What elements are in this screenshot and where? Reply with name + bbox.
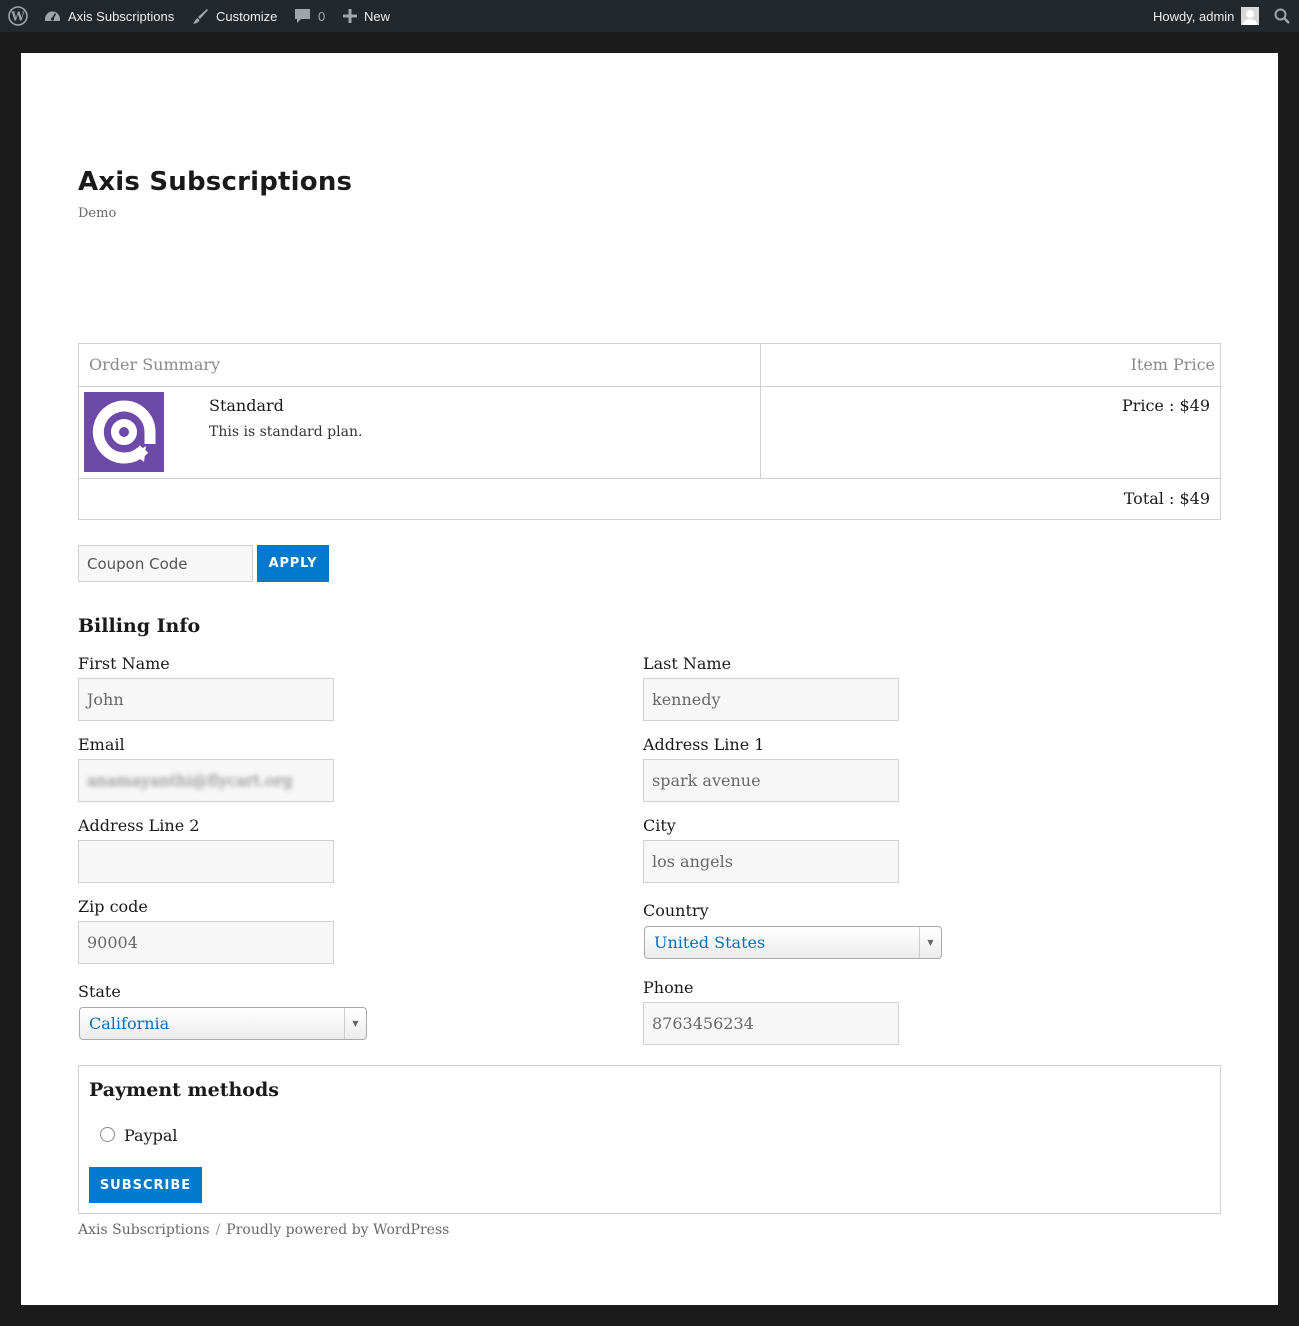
dashboard-icon	[44, 8, 61, 24]
zip-code-label: Zip code	[78, 897, 148, 916]
svg-text:W: W	[10, 10, 25, 24]
new-label: New	[364, 8, 391, 24]
city-field[interactable]: los angels	[643, 840, 899, 883]
billing-info-heading: Billing Info	[78, 615, 201, 637]
country-select[interactable]: United States ▼	[644, 926, 942, 959]
payment-methods-heading: Payment methods	[89, 1079, 279, 1101]
apply-coupon-button[interactable]: APPLY	[257, 545, 329, 582]
address-line-1-label: Address Line 1	[643, 735, 765, 754]
admin-bar-site-name: Axis Subscriptions	[68, 8, 175, 24]
paintbrush-icon	[192, 8, 209, 25]
site-title[interactable]: Axis Subscriptions	[78, 167, 352, 197]
item-price-heading: Item Price	[1130, 355, 1215, 374]
paypal-radio[interactable]	[100, 1127, 115, 1142]
search-icon[interactable]	[1274, 0, 1290, 32]
plan-name: Standard	[209, 396, 284, 415]
order-summary-table: Order Summary Item Price Standard This i…	[78, 343, 1221, 520]
state-label: State	[78, 982, 121, 1001]
address-line-2-field[interactable]	[78, 840, 334, 883]
wordpress-logo-icon[interactable]: W	[8, 0, 28, 32]
first-name-label: First Name	[78, 654, 170, 673]
first-name-field[interactable]: John	[78, 678, 334, 721]
phone-field[interactable]: 8763456234	[643, 1002, 899, 1045]
order-summary-heading: Order Summary	[89, 355, 221, 374]
last-name-field[interactable]: kennedy	[643, 678, 899, 721]
footer-site-link[interactable]: Axis Subscriptions	[78, 1222, 210, 1238]
greeting-text: Howdy, admin	[1153, 8, 1235, 24]
avatar	[1241, 7, 1260, 25]
customize-link[interactable]: Customize	[192, 0, 277, 32]
footer-separator: /	[215, 1222, 221, 1238]
zip-code-field[interactable]: 90004	[78, 921, 334, 964]
coupon-code-input[interactable]: Coupon Code	[78, 545, 253, 582]
chevron-down-icon: ▼	[344, 1008, 366, 1039]
comment-bubble-icon	[294, 8, 311, 24]
admin-bar: W Axis Subscriptions Customize 0 New How…	[0, 0, 1299, 32]
country-label: Country	[643, 901, 709, 920]
state-selected-value: California	[89, 1014, 170, 1033]
chevron-down-icon: ▼	[919, 927, 941, 958]
email-label: Email	[78, 735, 125, 754]
customize-label: Customize	[216, 8, 278, 24]
plan-logo-icon	[84, 392, 164, 472]
comments-link[interactable]: 0	[294, 0, 325, 32]
site-footer: Axis Subscriptions / Proudly powered by Wo…	[78, 1222, 449, 1238]
state-select[interactable]: California ▼	[79, 1007, 367, 1040]
my-account-link[interactable]: Howdy, admin	[1153, 0, 1260, 32]
plan-description: This is standard plan.	[209, 424, 363, 440]
address-line-2-label: Address Line 2	[78, 816, 200, 835]
last-name-label: Last Name	[643, 654, 732, 673]
site-description: Demo	[78, 206, 117, 221]
phone-label: Phone	[643, 978, 694, 997]
comments-count: 0	[318, 8, 326, 24]
address-line-1-field[interactable]: spark avenue	[643, 759, 899, 802]
powered-by-link[interactable]: Proudly powered by WordPress	[226, 1222, 449, 1238]
plus-icon	[343, 9, 357, 23]
column-divider	[760, 344, 761, 478]
page-content: Axis Subscriptions Demo Order Summary It…	[21, 53, 1278, 1305]
order-summary-header	[79, 344, 1220, 387]
order-total: Total : $49	[1123, 489, 1210, 508]
total-row-divider	[79, 478, 1220, 479]
country-selected-value: United States	[654, 933, 766, 952]
city-label: City	[643, 816, 676, 835]
item-price: Price : $49	[1121, 396, 1210, 415]
subscribe-button[interactable]: SUBSCRIBE	[89, 1167, 202, 1203]
paypal-label[interactable]: Paypal	[124, 1126, 178, 1145]
email-field[interactable]: anamayanthi@flycart.org	[78, 759, 334, 802]
payment-methods-box: Payment methods Paypal SUBSCRIBE	[78, 1065, 1221, 1214]
email-value: anamayanthi@flycart.org	[87, 771, 293, 790]
admin-bar-site-link[interactable]: Axis Subscriptions	[44, 0, 174, 32]
new-content-link[interactable]: New	[343, 0, 390, 32]
